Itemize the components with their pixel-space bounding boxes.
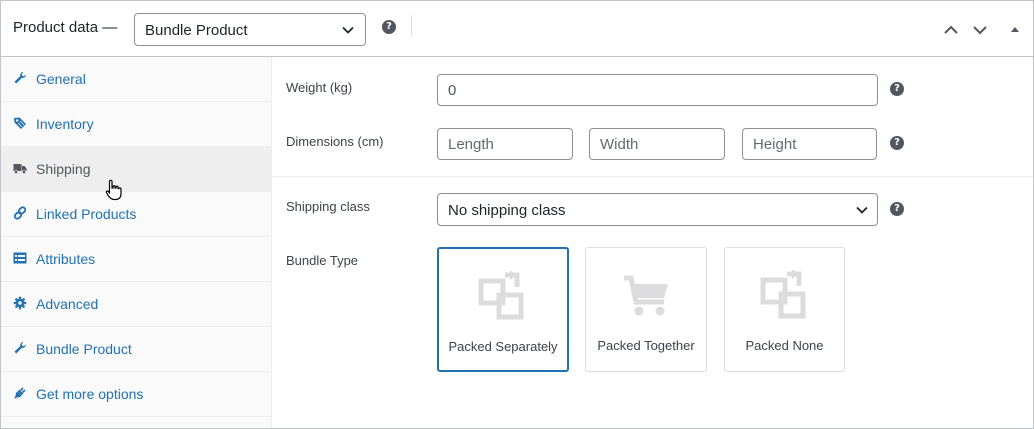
product-data-title: Product data — bbox=[13, 19, 118, 36]
height-input[interactable]: Height bbox=[742, 128, 877, 160]
tab-label: Get more options bbox=[36, 386, 144, 402]
tab-label: Inventory bbox=[36, 116, 94, 132]
hand-pointer-cursor-icon bbox=[105, 179, 122, 201]
weight-input[interactable]: 0 bbox=[437, 74, 878, 106]
bundle-type-label: Packed None bbox=[745, 338, 824, 353]
dimensions-label: Dimensions (cm) bbox=[286, 134, 384, 149]
tab-label: Bundle Product bbox=[36, 341, 132, 357]
list-view-icon bbox=[13, 252, 27, 264]
link-icon bbox=[13, 206, 27, 220]
bundle-type-packed-none[interactable]: Packed None bbox=[724, 247, 845, 372]
shipping-class-select[interactable]: No shipping class bbox=[437, 193, 878, 226]
help-icon[interactable]: ? bbox=[890, 202, 904, 216]
tab-inventory[interactable]: Inventory bbox=[1, 102, 271, 147]
tab-general[interactable]: General bbox=[1, 57, 271, 102]
shipping-class-label: Shipping class bbox=[286, 199, 370, 214]
copy-icon bbox=[478, 271, 524, 320]
tab-get-more-options[interactable]: Get more options bbox=[1, 372, 271, 417]
tab-bundle-product[interactable]: Bundle Product bbox=[1, 327, 271, 372]
collapse-toggle-icon[interactable] bbox=[1006, 21, 1024, 39]
weight-label: Weight (kg) bbox=[286, 80, 353, 95]
wrench-icon bbox=[14, 341, 27, 354]
tab-attributes[interactable]: Attributes bbox=[1, 237, 271, 282]
tab-label: Attributes bbox=[36, 251, 96, 267]
header-divider bbox=[411, 15, 412, 37]
product-type-value: Bundle Product bbox=[145, 22, 248, 39]
product-type-select[interactable]: Bundle Product bbox=[134, 13, 366, 46]
tab-label: Advanced bbox=[36, 296, 99, 312]
width-input[interactable]: Width bbox=[589, 128, 725, 160]
tab-shipping[interactable]: Shipping bbox=[1, 147, 271, 192]
chevron-down-icon[interactable] bbox=[971, 21, 989, 39]
truck-icon bbox=[13, 164, 27, 174]
product-data-panel: Product data — Bundle Product ? General bbox=[0, 0, 1034, 429]
tag-icon bbox=[14, 117, 26, 129]
bundle-type-packed-together[interactable]: Packed Together bbox=[585, 247, 707, 372]
help-icon[interactable]: ? bbox=[890, 82, 904, 96]
tab-advanced[interactable]: Advanced bbox=[1, 282, 271, 327]
help-icon[interactable]: ? bbox=[382, 20, 396, 34]
length-input[interactable]: Length bbox=[437, 128, 573, 160]
shipping-panel: Weight (kg) 0 ? Dimensions (cm) Length W… bbox=[272, 57, 1033, 428]
product-data-header: Product data — Bundle Product ? bbox=[1, 1, 1033, 57]
tab-label: Shipping bbox=[36, 161, 91, 177]
copy-icon bbox=[760, 270, 805, 319]
product-data-tabs: General Inventory Shipping Linked Produc… bbox=[1, 57, 272, 428]
wrench-icon bbox=[14, 71, 27, 84]
plugin-icon bbox=[14, 387, 26, 399]
bundle-type-label: Packed Together bbox=[597, 338, 695, 353]
gear-icon bbox=[13, 296, 27, 310]
section-divider bbox=[272, 176, 1033, 177]
help-icon[interactable]: ? bbox=[890, 136, 904, 150]
bundle-type-label: Bundle Type bbox=[286, 253, 359, 268]
shipping-class-value: No shipping class bbox=[448, 202, 566, 219]
chevron-up-icon[interactable] bbox=[942, 21, 960, 39]
tab-label: General bbox=[36, 71, 86, 87]
bundle-type-label: Packed Separately bbox=[448, 339, 558, 354]
chevron-down-icon bbox=[856, 206, 868, 214]
tab-linked-products[interactable]: Linked Products bbox=[1, 192, 271, 237]
bundle-type-packed-separately[interactable]: Packed Separately bbox=[437, 247, 569, 372]
cart-icon bbox=[624, 275, 668, 316]
tab-label: Linked Products bbox=[36, 206, 137, 222]
chevron-down-icon bbox=[342, 26, 354, 34]
